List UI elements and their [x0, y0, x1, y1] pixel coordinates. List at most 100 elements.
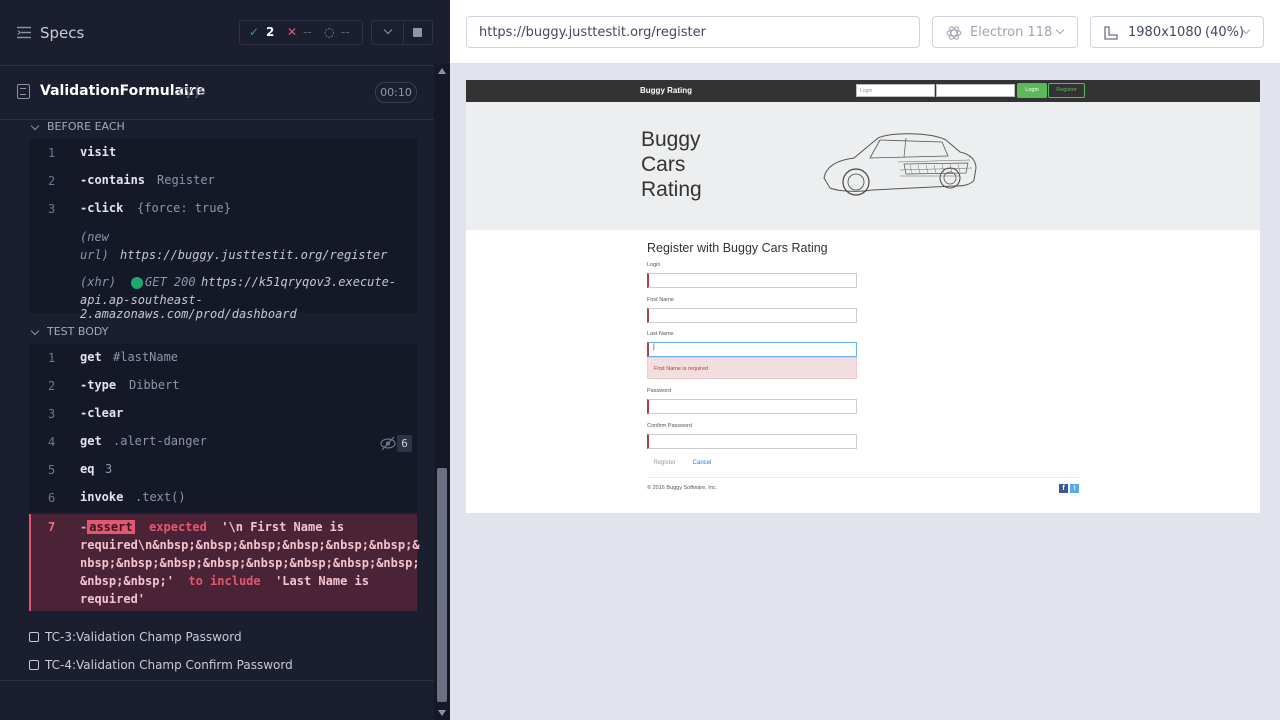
aut-login-field[interactable] — [647, 273, 857, 288]
chevron-down-icon — [383, 25, 393, 35]
aut-password-field[interactable] — [647, 399, 857, 414]
test-item[interactable]: TC-3:Validation Champ Password — [29, 630, 242, 644]
url-bar[interactable]: https://buggy.justtestit.org/register — [466, 16, 920, 48]
expected-value: required' — [80, 592, 146, 606]
command-message: 3 — [105, 462, 113, 476]
specs-header: Specs ✓ 2 ✕ -- ◌ -- — [0, 0, 434, 66]
command-row[interactable]: 5 eq 3 — [29, 456, 417, 484]
command-number: 2 — [48, 379, 56, 393]
new-url-value[interactable]: https://buggy.justtestit.org/register — [120, 248, 387, 262]
command-row[interactable]: 3 -clear — [29, 400, 417, 428]
command-row[interactable]: 1 visit — [29, 139, 417, 167]
aut-iframe: Buggy Rating Login Login Register Buggy … — [466, 80, 1260, 513]
command-row[interactable]: 3 -click {force: true} — [29, 195, 417, 223]
stop-icon — [413, 28, 422, 37]
command-row[interactable]: 2 -contains Register — [29, 167, 417, 195]
xhr-label: (xhr) — [80, 275, 117, 289]
aut-form-title: Register with Buggy Cars Rating — [647, 241, 828, 255]
command-number: 3 — [48, 407, 56, 421]
command-row[interactable]: 4 get .alert-danger — [29, 428, 417, 456]
test-title: TC-3:Validation Champ Password — [45, 630, 242, 644]
test-stats: ✓ 2 ✕ -- ◌ -- — [239, 20, 363, 45]
xhr-url[interactable]: https://k51qryqov3.execute- — [201, 275, 396, 289]
specs-menu-icon[interactable] — [17, 26, 32, 39]
pending-spinner-icon: ◌ — [324, 25, 335, 39]
scroll-thumb[interactable] — [437, 468, 447, 702]
stop-button[interactable] — [404, 20, 433, 45]
aut-register-submit-button[interactable]: Register — [647, 457, 682, 469]
viewport-selector[interactable]: 1980x1080 (40%) — [1090, 16, 1264, 48]
aut-label-confirm-password: Confirm Password — [647, 423, 692, 429]
browser-selector[interactable]: Electron 118 — [932, 16, 1078, 48]
xhr-url[interactable]: api.ap-southeast-2.amazonaws.com/prod/da… — [80, 293, 417, 321]
command-number: 1 — [48, 351, 56, 365]
document-icon — [17, 84, 30, 99]
specs-label[interactable]: Specs — [40, 24, 84, 42]
command-name: -click — [80, 201, 124, 215]
assert-chip: assert — [87, 520, 135, 534]
aut-confirm-password-field[interactable] — [647, 434, 857, 449]
command-name: visit — [80, 145, 117, 159]
browser-toolbar: https://buggy.justtestit.org/register El… — [450, 0, 1280, 64]
chevron-down-icon — [30, 121, 40, 131]
aut-brand[interactable]: Buggy Rating — [640, 86, 692, 95]
aut-password-input[interactable] — [936, 84, 1015, 97]
test-title: TC-4:Validation Champ Confirm Password — [45, 658, 293, 672]
command-message: #lastName — [113, 350, 179, 364]
aut-cancel-link[interactable]: Cancel — [688, 457, 716, 469]
electron-icon — [946, 26, 962, 40]
test-body-header[interactable]: TEST BODY — [29, 323, 417, 343]
command-message: Dibbert — [129, 378, 180, 392]
command-number: 3 — [48, 202, 56, 216]
test-item[interactable]: TC-4:Validation Champ Confirm Password — [29, 658, 293, 672]
event-log: (new url) https://buggy.justtestit.org/r… — [29, 223, 417, 321]
aut-login-button[interactable]: Login — [1017, 83, 1047, 98]
command-name: -type — [80, 378, 117, 392]
command-row[interactable]: 2 -type Dibbert — [29, 372, 417, 400]
passed-count: 2 — [266, 25, 275, 39]
command-name: get — [80, 350, 102, 364]
pass-check-icon: ✓ — [249, 25, 260, 39]
command-name: invoke — [80, 490, 124, 504]
aut-label-login: Login — [647, 262, 661, 268]
aut-login-input[interactable]: Login — [856, 84, 935, 97]
before-each-header[interactable]: BEFORE EACH — [29, 118, 417, 138]
command-log-panel: Specs ✓ 2 ✕ -- ◌ -- ValidationFormulaire… — [0, 0, 450, 720]
command-number: 2 — [48, 174, 56, 188]
command-row[interactable]: 1 get #lastName — [29, 344, 417, 372]
failed-count: -- — [303, 25, 312, 39]
command-name: get — [80, 434, 102, 448]
facebook-icon[interactable]: f — [1059, 484, 1068, 493]
pending-square-icon — [29, 660, 39, 670]
hidden-elements-count: 6 — [397, 435, 412, 452]
viewport-zoom: (40%) — [1205, 25, 1245, 40]
chevron-down-icon — [30, 326, 40, 336]
command-row[interactable]: 6 invoke .text() — [29, 484, 417, 512]
car-sketch-icon — [823, 133, 977, 196]
command-name: -contains — [80, 173, 146, 187]
command-number: 1 — [48, 146, 56, 160]
scroll-up-icon[interactable] — [438, 68, 446, 74]
actual-value: &nbsp;&nbsp;' — [80, 574, 174, 588]
spec-file-header: ValidationFormulaire .cy.js 00:10 — [0, 66, 434, 120]
failed-assertion-row[interactable]: 7 - assert expected '\n First Name is req… — [29, 514, 420, 611]
command-name: -clear — [80, 406, 124, 420]
aut-hero-title: Buggy Cars Rating — [641, 128, 702, 201]
expand-collapse-button[interactable] — [371, 20, 404, 45]
spec-file-ext: .cy.js — [174, 84, 206, 99]
actual-value: '\n First Name is — [221, 520, 345, 534]
app-preview-panel: https://buggy.justtestit.org/register El… — [450, 0, 1280, 720]
scroll-down-icon[interactable] — [438, 710, 446, 716]
command-log-scrollbar[interactable] — [434, 64, 450, 720]
fail-x-icon: ✕ — [287, 25, 298, 39]
aut-first-name-field[interactable] — [647, 308, 857, 323]
aut-alert-danger: First Name is required — [647, 357, 857, 379]
command-number: 5 — [48, 463, 56, 477]
command-number: 7 — [48, 520, 56, 534]
pending-count: -- — [341, 25, 350, 39]
aut-register-link[interactable]: Register — [1048, 83, 1085, 98]
divider — [0, 680, 434, 681]
aut-navbar: Buggy Rating Login Login Register — [466, 80, 1260, 102]
twitter-icon[interactable]: t — [1070, 484, 1079, 493]
aut-last-name-field[interactable]: | — [647, 342, 857, 357]
